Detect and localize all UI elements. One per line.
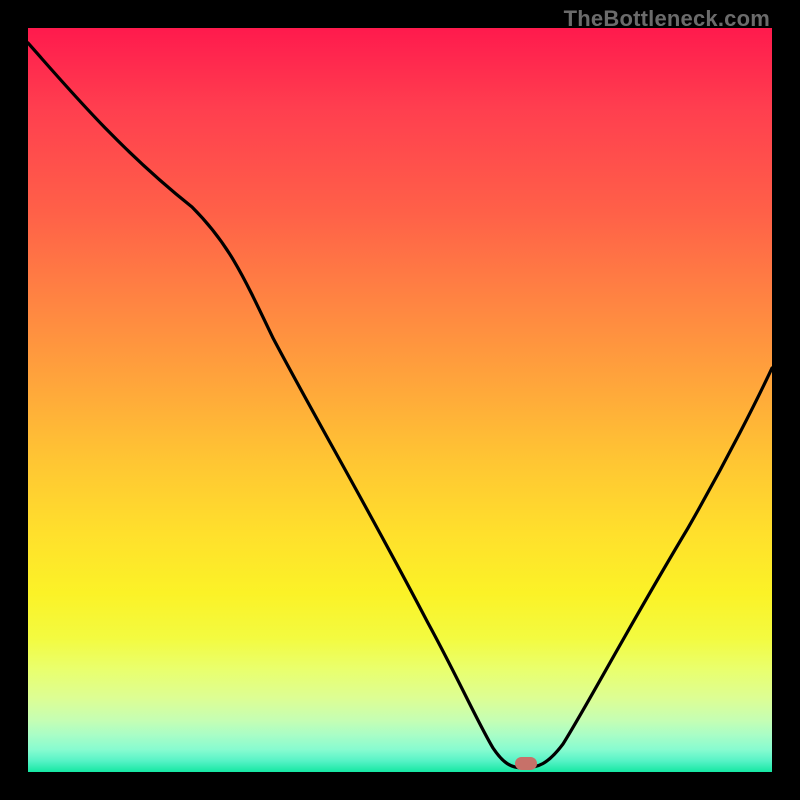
watermark-text: TheBottleneck.com [564, 6, 770, 32]
bottleneck-curve [28, 28, 772, 772]
chart-frame: TheBottleneck.com [0, 0, 800, 800]
curve-path [28, 43, 772, 768]
optimal-point-marker [515, 757, 537, 770]
plot-area [28, 28, 772, 772]
